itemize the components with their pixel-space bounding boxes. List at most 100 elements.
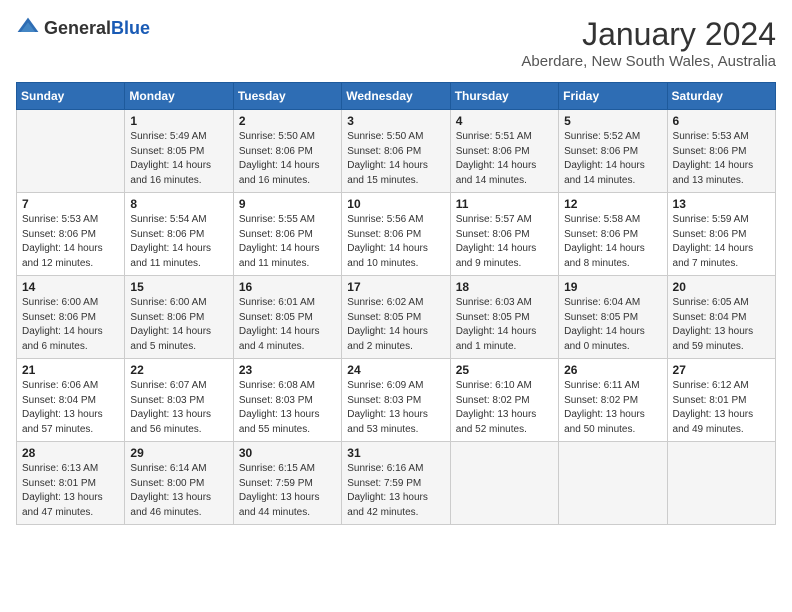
day-number: 10	[347, 197, 444, 211]
day-number: 19	[564, 280, 661, 294]
column-header-monday: Monday	[125, 83, 233, 110]
day-info: Sunrise: 5:55 AMSunset: 8:06 PMDaylight:…	[239, 213, 336, 271]
column-header-tuesday: Tuesday	[233, 83, 341, 110]
calendar-cell: 31 Sunrise: 6:16 AMSunset: 7:59 PMDayligh…	[342, 442, 450, 525]
calendar-table: SundayMondayTuesdayWednesdayThursdayFrid…	[16, 82, 776, 525]
day-info: Sunrise: 5:50 AMSunset: 8:06 PMDaylight:…	[347, 130, 444, 188]
day-number: 22	[130, 363, 227, 377]
calendar-cell: 8 Sunrise: 5:54 AMSunset: 8:06 PMDaylight…	[125, 193, 233, 276]
day-info: Sunrise: 5:53 AMSunset: 8:06 PMDaylight:…	[22, 213, 119, 271]
calendar-cell: 16 Sunrise: 6:01 AMSunset: 8:05 PMDayligh…	[233, 276, 341, 359]
calendar-cell: 17 Sunrise: 6:02 AMSunset: 8:05 PMDayligh…	[342, 276, 450, 359]
day-info: Sunrise: 6:04 AMSunset: 8:05 PMDaylight:…	[564, 296, 661, 354]
logo-general-text: General	[44, 18, 111, 38]
calendar-cell: 5 Sunrise: 5:52 AMSunset: 8:06 PMDaylight…	[559, 110, 667, 193]
calendar-week-row: 7 Sunrise: 5:53 AMSunset: 8:06 PMDaylight…	[17, 193, 776, 276]
day-number: 1	[130, 114, 227, 128]
column-header-sunday: Sunday	[17, 83, 125, 110]
calendar-cell: 21Sunrise: 6:06 AMSunset: 8:04 PMDayligh…	[17, 359, 125, 442]
day-number: 14	[22, 280, 119, 294]
calendar-cell: 28Sunrise: 6:13 AMSunset: 8:01 PMDayligh…	[17, 442, 125, 525]
day-info: Sunrise: 6:12 AMSunset: 8:01 PMDaylight:…	[673, 379, 770, 437]
column-header-friday: Friday	[559, 83, 667, 110]
day-info: Sunrise: 5:53 AMSunset: 8:06 PMDaylight:…	[673, 130, 770, 188]
day-info: Sunrise: 5:49 AMSunset: 8:05 PMDaylight:…	[130, 130, 227, 188]
calendar-cell	[17, 110, 125, 193]
day-number: 16	[239, 280, 336, 294]
calendar-cell: 19 Sunrise: 6:04 AMSunset: 8:05 PMDayligh…	[559, 276, 667, 359]
day-number: 21	[22, 363, 119, 377]
day-info: Sunrise: 5:54 AMSunset: 8:06 PMDaylight:…	[130, 213, 227, 271]
day-info: Sunrise: 6:01 AMSunset: 8:05 PMDaylight:…	[239, 296, 336, 354]
calendar-cell: 15Sunrise: 6:00 AMSunset: 8:06 PMDayligh…	[125, 276, 233, 359]
day-info: Sunrise: 5:50 AMSunset: 8:06 PMDaylight:…	[239, 130, 336, 188]
column-header-saturday: Saturday	[667, 83, 775, 110]
calendar-cell: 30Sunrise: 6:15 AMSunset: 7:59 PMDayligh…	[233, 442, 341, 525]
logo-blue-text: Blue	[111, 18, 150, 38]
day-info: Sunrise: 6:15 AMSunset: 7:59 PMDaylight:…	[239, 462, 336, 520]
calendar-cell: 6 Sunrise: 5:53 AMSunset: 8:06 PMDaylight…	[667, 110, 775, 193]
day-number: 24	[347, 363, 444, 377]
day-number: 11	[456, 197, 553, 211]
calendar-week-row: 14 Sunrise: 6:00 AMSunset: 8:06 PMDayligh…	[17, 276, 776, 359]
calendar-cell: 4Sunrise: 5:51 AMSunset: 8:06 PMDaylight…	[450, 110, 558, 193]
month-title: January 2024	[521, 16, 776, 53]
day-info: Sunrise: 6:10 AMSunset: 8:02 PMDaylight:…	[456, 379, 553, 437]
calendar-header-row: SundayMondayTuesdayWednesdayThursdayFrid…	[17, 83, 776, 110]
day-info: Sunrise: 5:56 AMSunset: 8:06 PMDaylight:…	[347, 213, 444, 271]
day-info: Sunrise: 6:02 AMSunset: 8:05 PMDaylight:…	[347, 296, 444, 354]
logo: GeneralBlue	[16, 16, 150, 40]
day-number: 12	[564, 197, 661, 211]
day-number: 7	[22, 197, 119, 211]
day-number: 15	[130, 280, 227, 294]
day-number: 9	[239, 197, 336, 211]
day-info: Sunrise: 6:16 AMSunset: 7:59 PMDaylight:…	[347, 462, 444, 520]
day-number: 29	[130, 446, 227, 460]
day-info: Sunrise: 6:09 AMSunset: 8:03 PMDaylight:…	[347, 379, 444, 437]
calendar-cell: 12Sunrise: 5:58 AMSunset: 8:06 PMDayligh…	[559, 193, 667, 276]
day-info: Sunrise: 6:13 AMSunset: 8:01 PMDaylight:…	[22, 462, 119, 520]
calendar-cell: 24 Sunrise: 6:09 AMSunset: 8:03 PMDayligh…	[342, 359, 450, 442]
day-number: 13	[673, 197, 770, 211]
day-number: 20	[673, 280, 770, 294]
day-info: Sunrise: 6:07 AMSunset: 8:03 PMDaylight:…	[130, 379, 227, 437]
calendar-cell: 27 Sunrise: 6:12 AMSunset: 8:01 PMDayligh…	[667, 359, 775, 442]
day-number: 6	[673, 114, 770, 128]
calendar-cell: 23Sunrise: 6:08 AMSunset: 8:03 PMDayligh…	[233, 359, 341, 442]
title-block: January 2024 Aberdare, New South Wales, …	[521, 16, 776, 70]
page-header: GeneralBlue January 2024 Aberdare, New S…	[16, 16, 776, 70]
calendar-week-row: 1 Sunrise: 5:49 AMSunset: 8:05 PMDaylight…	[17, 110, 776, 193]
calendar-cell: 3 Sunrise: 5:50 AMSunset: 8:06 PMDaylight…	[342, 110, 450, 193]
calendar-cell: 29 Sunrise: 6:14 AMSunset: 8:00 PMDayligh…	[125, 442, 233, 525]
calendar-cell	[450, 442, 558, 525]
day-number: 8	[130, 197, 227, 211]
day-info: Sunrise: 6:03 AMSunset: 8:05 PMDaylight:…	[456, 296, 553, 354]
day-info: Sunrise: 6:08 AMSunset: 8:03 PMDaylight:…	[239, 379, 336, 437]
calendar-cell: 18Sunrise: 6:03 AMSunset: 8:05 PMDayligh…	[450, 276, 558, 359]
calendar-cell: 26Sunrise: 6:11 AMSunset: 8:02 PMDayligh…	[559, 359, 667, 442]
day-number: 2	[239, 114, 336, 128]
day-info: Sunrise: 5:52 AMSunset: 8:06 PMDaylight:…	[564, 130, 661, 188]
day-number: 17	[347, 280, 444, 294]
day-info: Sunrise: 6:14 AMSunset: 8:00 PMDaylight:…	[130, 462, 227, 520]
calendar-cell: 11Sunrise: 5:57 AMSunset: 8:06 PMDayligh…	[450, 193, 558, 276]
calendar-cell: 22 Sunrise: 6:07 AMSunset: 8:03 PMDayligh…	[125, 359, 233, 442]
column-header-wednesday: Wednesday	[342, 83, 450, 110]
day-info: Sunrise: 6:00 AMSunset: 8:06 PMDaylight:…	[22, 296, 119, 354]
calendar-cell: 14 Sunrise: 6:00 AMSunset: 8:06 PMDayligh…	[17, 276, 125, 359]
column-header-thursday: Thursday	[450, 83, 558, 110]
calendar-cell	[559, 442, 667, 525]
calendar-cell: 10 Sunrise: 5:56 AMSunset: 8:06 PMDayligh…	[342, 193, 450, 276]
calendar-cell: 9 Sunrise: 5:55 AMSunset: 8:06 PMDaylight…	[233, 193, 341, 276]
day-info: Sunrise: 6:05 AMSunset: 8:04 PMDaylight:…	[673, 296, 770, 354]
day-info: Sunrise: 5:59 AMSunset: 8:06 PMDaylight:…	[673, 213, 770, 271]
day-number: 3	[347, 114, 444, 128]
day-number: 5	[564, 114, 661, 128]
day-number: 27	[673, 363, 770, 377]
location-title: Aberdare, New South Wales, Australia	[521, 53, 776, 70]
logo-icon	[16, 16, 40, 40]
day-number: 31	[347, 446, 444, 460]
day-number: 26	[564, 363, 661, 377]
day-number: 4	[456, 114, 553, 128]
calendar-cell: 1 Sunrise: 5:49 AMSunset: 8:05 PMDaylight…	[125, 110, 233, 193]
